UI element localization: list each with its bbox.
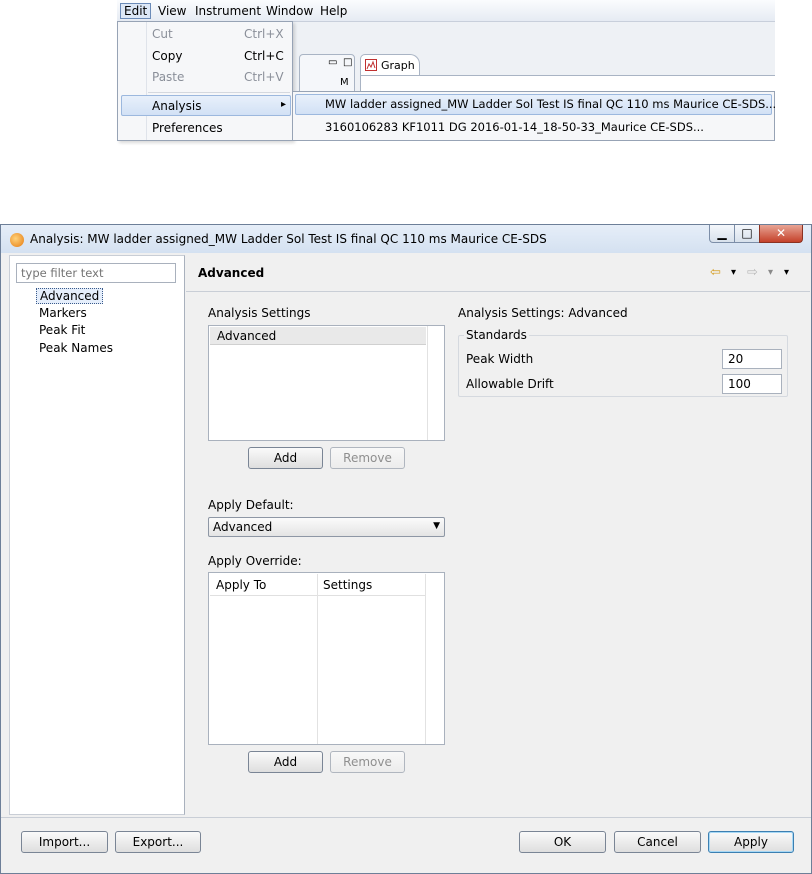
menu-item-paste[interactable]: Paste xyxy=(152,70,184,84)
submenu-arrow-icon: ▸ xyxy=(281,99,287,110)
dropdown-arrow-icon: ▼ xyxy=(433,521,440,531)
graph-icon xyxy=(365,59,377,71)
back-arrow-icon[interactable]: ⇦ xyxy=(710,265,721,280)
column-divider xyxy=(317,574,318,744)
apply-default-value: Advanced xyxy=(213,520,273,534)
apply-default-label: Apply Default: xyxy=(208,498,294,512)
analysis-dialog: Analysis: MW ladder assigned_MW Ladder S… xyxy=(0,224,812,874)
column-divider xyxy=(425,574,426,744)
menu-window[interactable]: Window xyxy=(262,3,317,19)
menu-item-preferences[interactable]: Preferences xyxy=(152,121,223,135)
close-button[interactable]: ✕ xyxy=(759,225,803,243)
apply-default-select[interactable]: Advanced ▼ xyxy=(208,517,445,537)
details-title: Analysis Settings: Advanced xyxy=(458,306,628,320)
page-title: Advanced xyxy=(198,266,265,280)
maximize-view-icon[interactable]: □ xyxy=(343,57,352,68)
back-menu-icon[interactable]: ▾ xyxy=(731,267,736,278)
dialog-title: Analysis: MW ladder assigned_MW Ladder S… xyxy=(30,232,547,246)
allowable-drift-label: Allowable Drift xyxy=(466,377,554,391)
shortcut-cut: Ctrl+X xyxy=(244,27,284,41)
add-override-button[interactable]: Add xyxy=(248,751,323,773)
menu-separator xyxy=(148,92,290,93)
allowable-drift-field[interactable]: 100 xyxy=(722,374,782,394)
title-bar: Analysis: MW ladder assigned_MW Ladder S… xyxy=(1,225,811,253)
filter-input[interactable] xyxy=(16,263,176,283)
menu-highlight xyxy=(121,95,291,116)
apply-override-table[interactable]: Apply To Settings xyxy=(208,572,445,745)
tab-graph[interactable]: Graph xyxy=(360,54,420,76)
tree-item-markers[interactable]: Markers xyxy=(36,306,90,320)
settings-page: Advanced ⇦ ▾ ⇨ ▾ ▾ Analysis Settings Adv… xyxy=(186,255,810,815)
analysis-submenu: MW ladder assigned_MW Ladder Sol Test IS… xyxy=(292,91,776,141)
ok-button[interactable]: OK xyxy=(519,831,606,853)
forward-arrow-icon[interactable]: ⇨ xyxy=(747,265,758,280)
remove-setting-button[interactable]: Remove xyxy=(330,447,405,469)
add-setting-button[interactable]: Add xyxy=(248,447,323,469)
bottom-separator xyxy=(1,817,811,818)
menu-bar: Edit View Instrument Window Help xyxy=(117,0,775,22)
minimize-view-icon[interactable]: ▭ xyxy=(328,57,337,68)
peak-width-label: Peak Width xyxy=(466,352,534,366)
menu-item-cut[interactable]: Cut xyxy=(152,27,173,41)
peak-width-field[interactable]: 20 xyxy=(722,349,782,369)
view-panel: ▭ □ M xyxy=(299,54,355,94)
forward-menu-icon[interactable]: ▾ xyxy=(768,267,773,278)
tree-item-advanced[interactable]: Advanced xyxy=(36,288,104,304)
column-header-apply-to[interactable]: Apply To xyxy=(210,574,317,596)
close-icon: ✕ xyxy=(775,226,787,240)
apply-override-label: Apply Override: xyxy=(208,554,302,568)
view-letter: M xyxy=(340,77,349,88)
menu-item-analysis[interactable]: Analysis xyxy=(152,99,201,113)
analysis-settings-list[interactable]: Advanced xyxy=(208,325,445,441)
tab-graph-label: Graph xyxy=(381,59,415,72)
cancel-button[interactable]: Cancel xyxy=(614,831,701,853)
analysis-settings-label: Analysis Settings xyxy=(208,306,311,320)
minimize-button[interactable]: ▁ xyxy=(709,225,735,243)
menu-view[interactable]: View xyxy=(154,3,190,19)
submenu-item[interactable]: MW ladder assigned_MW Ladder Sol Test IS… xyxy=(325,97,776,111)
menu-item-copy[interactable]: Copy xyxy=(152,49,182,63)
shortcut-paste: Ctrl+V xyxy=(244,70,284,84)
submenu-item[interactable]: 3160106283 KF1011 DG 2016-01-14_18-50-33… xyxy=(325,120,704,134)
menu-edit[interactable]: Edit xyxy=(120,3,152,19)
import-button[interactable]: Import... xyxy=(21,831,108,853)
tree-item-peak-fit[interactable]: Peak Fit xyxy=(36,323,88,337)
list-item-selected[interactable]: Advanced xyxy=(210,327,426,345)
view-menu-icon[interactable]: ▾ xyxy=(784,267,789,278)
list-item-label: Advanced xyxy=(217,329,277,343)
remove-override-button[interactable]: Remove xyxy=(330,751,405,773)
list-scroll-divider xyxy=(427,326,428,440)
app-icon xyxy=(10,233,24,247)
edit-dropdown: Cut Ctrl+X Copy Ctrl+C Paste Ctrl+V Anal… xyxy=(117,21,293,141)
menu-instrument[interactable]: Instrument xyxy=(191,3,265,19)
header-separator xyxy=(186,291,810,292)
minimize-icon: ▁ xyxy=(717,226,727,240)
maximize-button[interactable]: □ xyxy=(734,225,760,243)
export-button[interactable]: Export... xyxy=(115,831,201,853)
column-header-settings[interactable]: Settings xyxy=(317,574,425,596)
tree-item-peak-names[interactable]: Peak Names xyxy=(36,341,116,355)
menu-help[interactable]: Help xyxy=(316,3,351,19)
preference-tree-panel: Advanced Markers Peak Fit Peak Names xyxy=(9,255,185,815)
shortcut-copy: Ctrl+C xyxy=(244,49,284,63)
menu-snippet: ▭ □ M Graph Edit View Instrument Window … xyxy=(117,0,776,141)
maximize-icon: □ xyxy=(741,226,753,240)
standards-group-label: Standards xyxy=(464,328,529,342)
apply-button[interactable]: Apply xyxy=(708,831,794,853)
